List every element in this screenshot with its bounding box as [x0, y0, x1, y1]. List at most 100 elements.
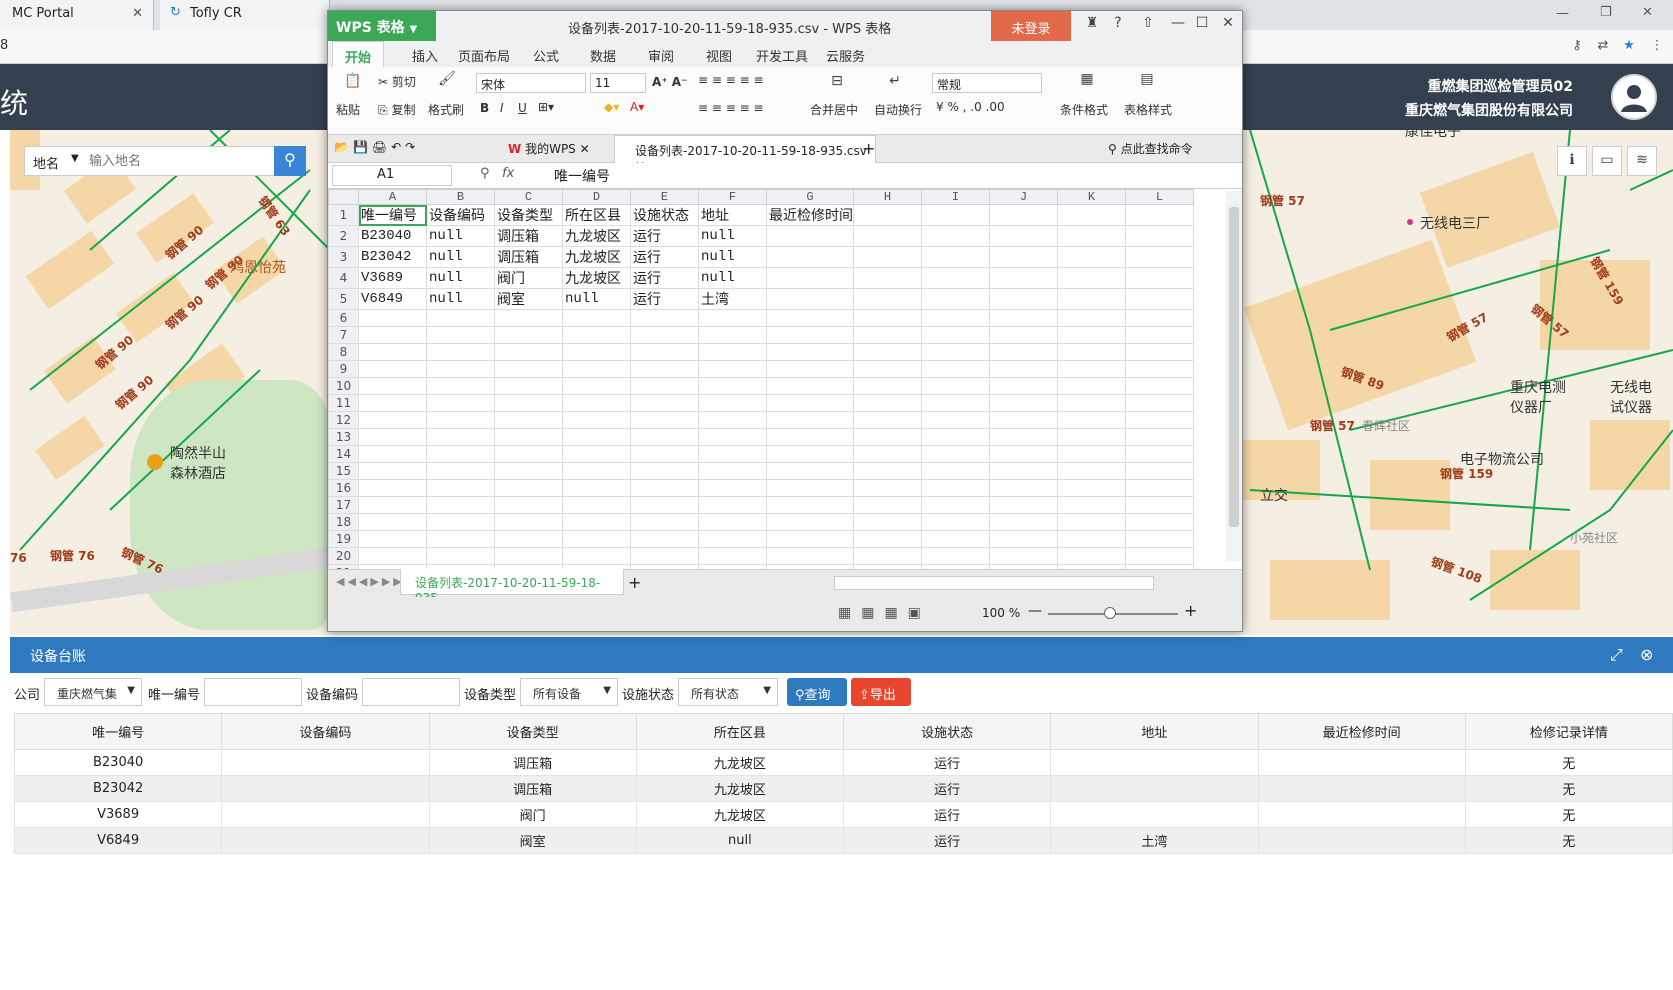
sheet-tab[interactable]: 设备列表-2017-10-20-11-59-18-935: [400, 569, 624, 605]
sheet-cell[interactable]: [1057, 445, 1126, 463]
paste-icon[interactable]: 📋: [342, 73, 364, 95]
sheet-cell[interactable]: [358, 377, 427, 395]
sheet-cell[interactable]: [358, 513, 427, 531]
row-header[interactable]: 20: [328, 547, 359, 565]
sheet-cell[interactable]: 运行: [630, 288, 699, 310]
row-header[interactable]: 15: [328, 462, 359, 480]
close-icon[interactable]: ✕: [1216, 15, 1240, 37]
row-header[interactable]: 12: [328, 411, 359, 429]
sheet-cell[interactable]: [989, 326, 1058, 344]
sheet-cell[interactable]: [630, 411, 699, 429]
sheet-cell[interactable]: 地址: [698, 204, 767, 226]
sheet-cell[interactable]: [494, 445, 563, 463]
sheet-cell[interactable]: [494, 530, 563, 548]
sheet-cell[interactable]: [1125, 246, 1194, 268]
cut-button[interactable]: ✂ 剪切: [378, 73, 416, 90]
table-style-button[interactable]: 表格样式: [1124, 101, 1172, 118]
font-color-icon[interactable]: A▾: [630, 100, 644, 114]
bold-icon[interactable]: B: [480, 101, 489, 115]
wps-logo-menu[interactable]: WPS 表格 ▼: [328, 11, 436, 41]
sheet-cell[interactable]: [562, 394, 631, 412]
sheet-cell[interactable]: V3689: [358, 267, 427, 289]
sheet-cell[interactable]: [853, 530, 922, 548]
sheet-cell[interactable]: [989, 309, 1058, 327]
row-header[interactable]: 4: [328, 267, 359, 289]
menu-tab-home[interactable]: 开始: [332, 41, 384, 67]
company-select[interactable]: 重庆燃气集 ▼: [44, 678, 142, 706]
sheet-cell[interactable]: [630, 326, 699, 344]
sheet-cell[interactable]: [766, 267, 854, 289]
sheet-cell[interactable]: [358, 309, 427, 327]
column-header[interactable]: F: [698, 189, 767, 205]
sheet-cell[interactable]: [989, 445, 1058, 463]
sheet-cell[interactable]: [698, 411, 767, 429]
sheet-cell[interactable]: [494, 479, 563, 497]
zoom-out-icon[interactable]: —: [1028, 603, 1042, 619]
font-size-select[interactable]: 11: [590, 73, 646, 93]
sheet-cell[interactable]: [494, 309, 563, 327]
sheet-cell[interactable]: [1125, 394, 1194, 412]
sheet-cell[interactable]: [1125, 462, 1194, 480]
sheet-cell[interactable]: null: [562, 288, 631, 310]
row-header[interactable]: 18: [328, 513, 359, 531]
sheet-cell[interactable]: [989, 428, 1058, 446]
sheet-cell[interactable]: 设备类型: [494, 204, 563, 226]
merge-center-button[interactable]: 合并居中: [810, 101, 858, 118]
sheet-cell[interactable]: [1057, 530, 1126, 548]
sheet-cell[interactable]: [1125, 445, 1194, 463]
sheet-cell[interactable]: [1057, 326, 1126, 344]
sheet-cell[interactable]: [853, 479, 922, 497]
sheet-cell[interactable]: [1057, 513, 1126, 531]
sheet-cell[interactable]: [853, 204, 922, 226]
sheet-cell[interactable]: [1057, 225, 1126, 247]
sheet-cell[interactable]: [766, 326, 854, 344]
align-top-icon[interactable]: ≡ ≡ ≡ ≡ ≡: [698, 73, 764, 87]
table-row[interactable]: V3689 阀门 九龙坡区 运行 无: [13, 801, 1673, 828]
sheet-cell[interactable]: [426, 547, 495, 565]
sheet-cell[interactable]: [921, 309, 990, 327]
sheet-cell[interactable]: [562, 530, 631, 548]
sheet-cell[interactable]: [989, 394, 1058, 412]
menu-tab-developer[interactable]: 开发工具: [756, 46, 808, 65]
sheet-cell[interactable]: [358, 496, 427, 514]
sheet-cell[interactable]: [1125, 326, 1194, 344]
sheet-cell[interactable]: [698, 394, 767, 412]
sheet-cell[interactable]: [426, 462, 495, 480]
sheet-cell[interactable]: [989, 377, 1058, 395]
code-input[interactable]: [362, 678, 460, 706]
column-header[interactable]: B: [426, 189, 495, 205]
sheet-cell[interactable]: 九龙坡区: [562, 267, 631, 289]
sheet-cell[interactable]: [562, 428, 631, 446]
sheet-cell[interactable]: [358, 326, 427, 344]
sheet-cell[interactable]: [630, 360, 699, 378]
measure-button[interactable]: ▭: [1592, 146, 1622, 176]
sheet-cell[interactable]: [426, 496, 495, 514]
column-header[interactable]: C: [494, 189, 563, 205]
sheet-cell[interactable]: [1057, 496, 1126, 514]
sheet-cell[interactable]: [989, 496, 1058, 514]
sheet-cell[interactable]: [766, 377, 854, 395]
sheet-cell[interactable]: 调压箱: [494, 225, 563, 247]
sheet-cell[interactable]: [630, 445, 699, 463]
query-button[interactable]: ⚲查询: [787, 678, 847, 706]
layers-button[interactable]: ≋: [1627, 146, 1657, 176]
sheet-cell[interactable]: [1057, 246, 1126, 268]
sheet-cell[interactable]: [1057, 288, 1126, 310]
sheet-nav-icon[interactable]: ◀◀◀▶▶▶: [336, 575, 405, 588]
fx-icon[interactable]: fx: [502, 166, 514, 181]
info-button[interactable]: ℹ: [1557, 146, 1587, 176]
sheet-cell[interactable]: [766, 496, 854, 514]
sheet-cell[interactable]: [921, 547, 990, 565]
sheet-cell[interactable]: [562, 479, 631, 497]
sheet-cell[interactable]: [766, 530, 854, 548]
sheet-cell[interactable]: [426, 530, 495, 548]
sheet-cell[interactable]: [989, 513, 1058, 531]
zoom-slider-thumb[interactable]: [1104, 607, 1116, 619]
row-header[interactable]: 9: [328, 360, 359, 378]
maximize-icon[interactable]: ☐: [1190, 15, 1214, 37]
sheet-cell[interactable]: [1125, 411, 1194, 429]
sheet-cell[interactable]: [358, 530, 427, 548]
sheet-cell[interactable]: [921, 411, 990, 429]
sheet-cell[interactable]: [1057, 547, 1126, 565]
sheet-cell[interactable]: [989, 288, 1058, 310]
